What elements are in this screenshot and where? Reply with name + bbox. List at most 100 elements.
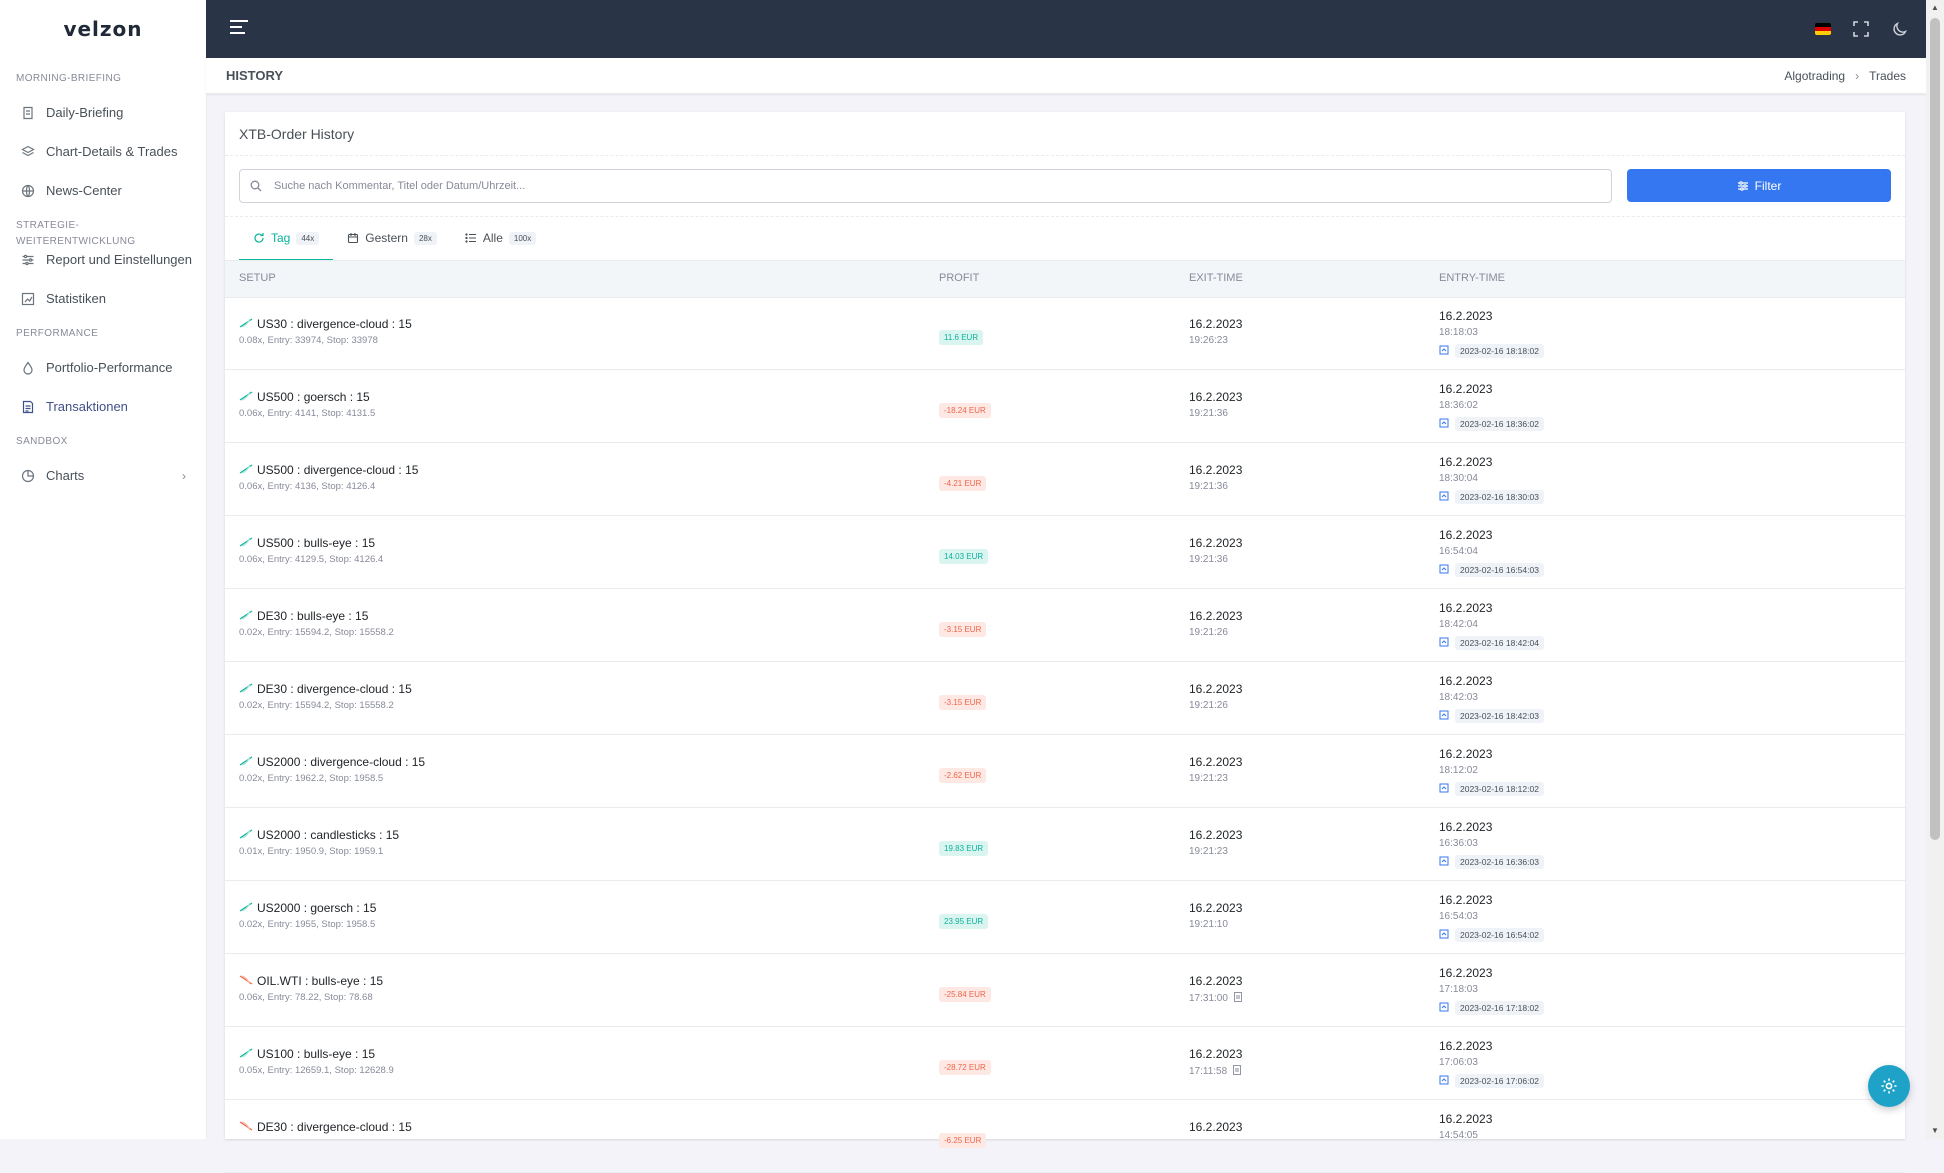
table-row[interactable]: US500 : bulls-eye : 15 0.06x, Entry: 412… [225,516,1905,589]
sidebar-item-chart-details-trades[interactable]: Chart-Details & Trades [0,132,206,171]
chart-link-icon[interactable] [1439,926,1449,944]
search-input[interactable] [272,179,1576,193]
tab-tag[interactable]: Tag 44x [239,217,334,261]
table-row[interactable]: OIL.WTI : bulls-eye : 15 0.06x, Entry: 7… [225,954,1905,1027]
search-box [239,169,1612,203]
exit-time-cell: 16.2.2023 19:21:26 [1189,609,1242,638]
exit-time-line: 19:21:36 [1189,481,1242,492]
table-row[interactable]: DE30 : bulls-eye : 15 0.02x, Entry: 1559… [225,589,1905,662]
chart-link-icon[interactable] [1439,707,1449,725]
table-row[interactable]: US2000 : divergence-cloud : 15 0.02x, En… [225,735,1905,808]
entry-date: 16.2.2023 [1439,966,1493,980]
table-row[interactable]: US500 : divergence-cloud : 15 0.06x, Ent… [225,443,1905,516]
table-row[interactable]: US500 : goersch : 15 0.06x, Entry: 4141,… [225,370,1905,443]
entry-time: 16:54:03 [1439,911,1478,922]
breadcrumb-item-algotrading[interactable]: Algotrading [1784,69,1845,83]
chart-link-icon[interactable] [1439,561,1449,579]
hamburger-menu-icon[interactable] [230,20,248,36]
entry-stamp-line: 2023-02-16 18:36:02 [1439,415,1544,433]
setup-title[interactable]: US100 : bulls-eye : 15 [257,1047,375,1061]
dark-mode-moon-icon[interactable] [1889,18,1911,40]
drop-icon [20,360,36,376]
entry-date: 16.2.2023 [1439,528,1493,542]
settings-gear-button[interactable] [1868,1065,1910,1107]
setup-title[interactable]: DE30 : bulls-eye : 15 [257,609,368,623]
filter-button[interactable]: Filter [1627,169,1891,202]
page-scrollbar[interactable]: ▲ ▼ [1926,0,1944,1139]
table-row[interactable]: US2000 : goersch : 15 0.02x, Entry: 1955… [225,881,1905,954]
setup-details: 0.08x, Entry: 33974, Stop: 33978 [239,335,378,346]
sidebar-item-daily-briefing[interactable]: Daily-Briefing [0,93,206,132]
scrollbar-thumb[interactable] [1930,18,1940,840]
setup-title[interactable]: US500 : goersch : 15 [257,390,370,404]
scroll-down-arrow-icon[interactable]: ▼ [1930,1126,1940,1136]
setup-title[interactable]: US500 : divergence-cloud : 15 [257,463,418,477]
profit-cell: -3.15 EUR [939,692,987,710]
entry-stamp-line: 2023-02-16 18:18:02 [1439,342,1544,360]
sidebar-item-report-und-einstellungen[interactable]: Report und Einstellungen [0,240,206,279]
exit-time: 19:21:36 [1189,408,1228,419]
exit-time-cell: 16.2.2023 19:21:23 [1189,828,1242,857]
setup-cell: DE30 : divergence-cloud : 15 0.02x, Entr… [239,682,412,711]
setup-title[interactable]: US2000 : candlesticks : 15 [257,828,399,842]
entry-date: 16.2.2023 [1439,455,1493,469]
sidebar-item-transaktionen[interactable]: Transaktionen [0,387,206,426]
setup-title-line: US2000 : candlesticks : 15 [239,828,399,842]
entry-stamp-line: 2023-02-16 16:54:02 [1439,926,1544,944]
sidebar-item-news-center[interactable]: News-Center [0,171,206,210]
setup-title[interactable]: US2000 : divergence-cloud : 15 [257,755,425,769]
chart-link-icon[interactable] [1439,342,1449,360]
breadcrumb: Algotrading › Trades [1784,69,1906,83]
app-logo[interactable]: velzon [0,0,206,58]
setup-title[interactable]: US500 : bulls-eye : 15 [257,536,375,550]
table-row[interactable]: DE30 : divergence-cloud : 15 -6.25 EUR 1… [225,1100,1905,1173]
setup-cell: US2000 : candlesticks : 15 0.01x, Entry:… [239,828,399,857]
column-header-exit-time[interactable]: EXIT-TIME [1189,272,1243,284]
column-header-setup[interactable]: SETUP [239,272,276,284]
note-icon[interactable] [1233,992,1242,1005]
sidebar-item-charts[interactable]: Charts › [0,456,206,495]
setup-title[interactable]: US30 : divergence-cloud : 15 [257,317,412,331]
exit-date: 16.2.2023 [1189,390,1243,404]
table-row[interactable]: US2000 : candlesticks : 15 0.01x, Entry:… [225,808,1905,881]
setup-title[interactable]: US2000 : goersch : 15 [257,901,376,915]
setup-title[interactable]: DE30 : divergence-cloud : 15 [257,1120,412,1134]
profit-cell: -6.25 EUR [939,1130,987,1148]
sidebar-item-portfolio-performance[interactable]: Portfolio-Performance [0,348,206,387]
entry-time-cell: 16.2.2023 18:42:03 2023-02-16 18:42:03 [1439,674,1544,725]
german-flag-icon[interactable] [1812,18,1834,40]
scroll-up-arrow-icon[interactable]: ▲ [1930,3,1940,13]
chart-link-icon[interactable] [1439,780,1449,798]
card-title: XTB-Order History [225,112,1905,156]
menu-section-title: PERFORMANCE [16,328,99,339]
profit-cell: -4.21 EUR [939,473,987,491]
entry-date: 16.2.2023 [1439,747,1493,761]
sidebar-item-statistiken[interactable]: Statistiken [0,279,206,318]
chart-link-icon[interactable] [1439,1072,1449,1090]
setup-title[interactable]: OIL.WTI : bulls-eye : 15 [257,974,383,988]
chart-link-icon[interactable] [1439,853,1449,871]
profit-cell: -2.62 EUR [939,765,987,783]
chart-link-icon[interactable] [1439,999,1449,1017]
table-row[interactable]: DE30 : divergence-cloud : 15 0.02x, Entr… [225,662,1905,735]
tab-gestern[interactable]: Gestern 28x [333,217,451,259]
exit-time: 19:21:36 [1189,554,1228,565]
fullscreen-icon[interactable] [1850,18,1872,40]
sidebar-menu: MORNING-BRIEFING Daily-Briefing Chart-De… [0,71,206,495]
column-header-profit[interactable]: PROFIT [939,272,979,284]
chart-link-icon[interactable] [1439,634,1449,652]
exit-time-line: 17:11:58 [1189,1065,1242,1078]
exit-date: 16.2.2023 [1189,609,1243,623]
chart-link-icon[interactable] [1439,415,1449,433]
table-row[interactable]: US100 : bulls-eye : 15 0.05x, Entry: 126… [225,1027,1905,1100]
entry-time: 18:12:02 [1439,765,1478,776]
entry-stamp-line: 2023-02-16 16:54:03 [1439,561,1544,579]
entry-stamp-line: 2023-02-16 18:42:03 [1439,707,1544,725]
table-row[interactable]: US30 : divergence-cloud : 15 0.08x, Entr… [225,297,1905,370]
setup-title[interactable]: DE30 : divergence-cloud : 15 [257,682,412,696]
note-icon[interactable] [1233,1065,1242,1078]
exit-time-cell: 16.2.2023 19:21:36 [1189,463,1242,492]
column-header-entry-time[interactable]: ENTRY-TIME [1439,272,1505,284]
tab-alle[interactable]: Alle 100x [451,217,550,259]
chart-link-icon[interactable] [1439,488,1449,506]
